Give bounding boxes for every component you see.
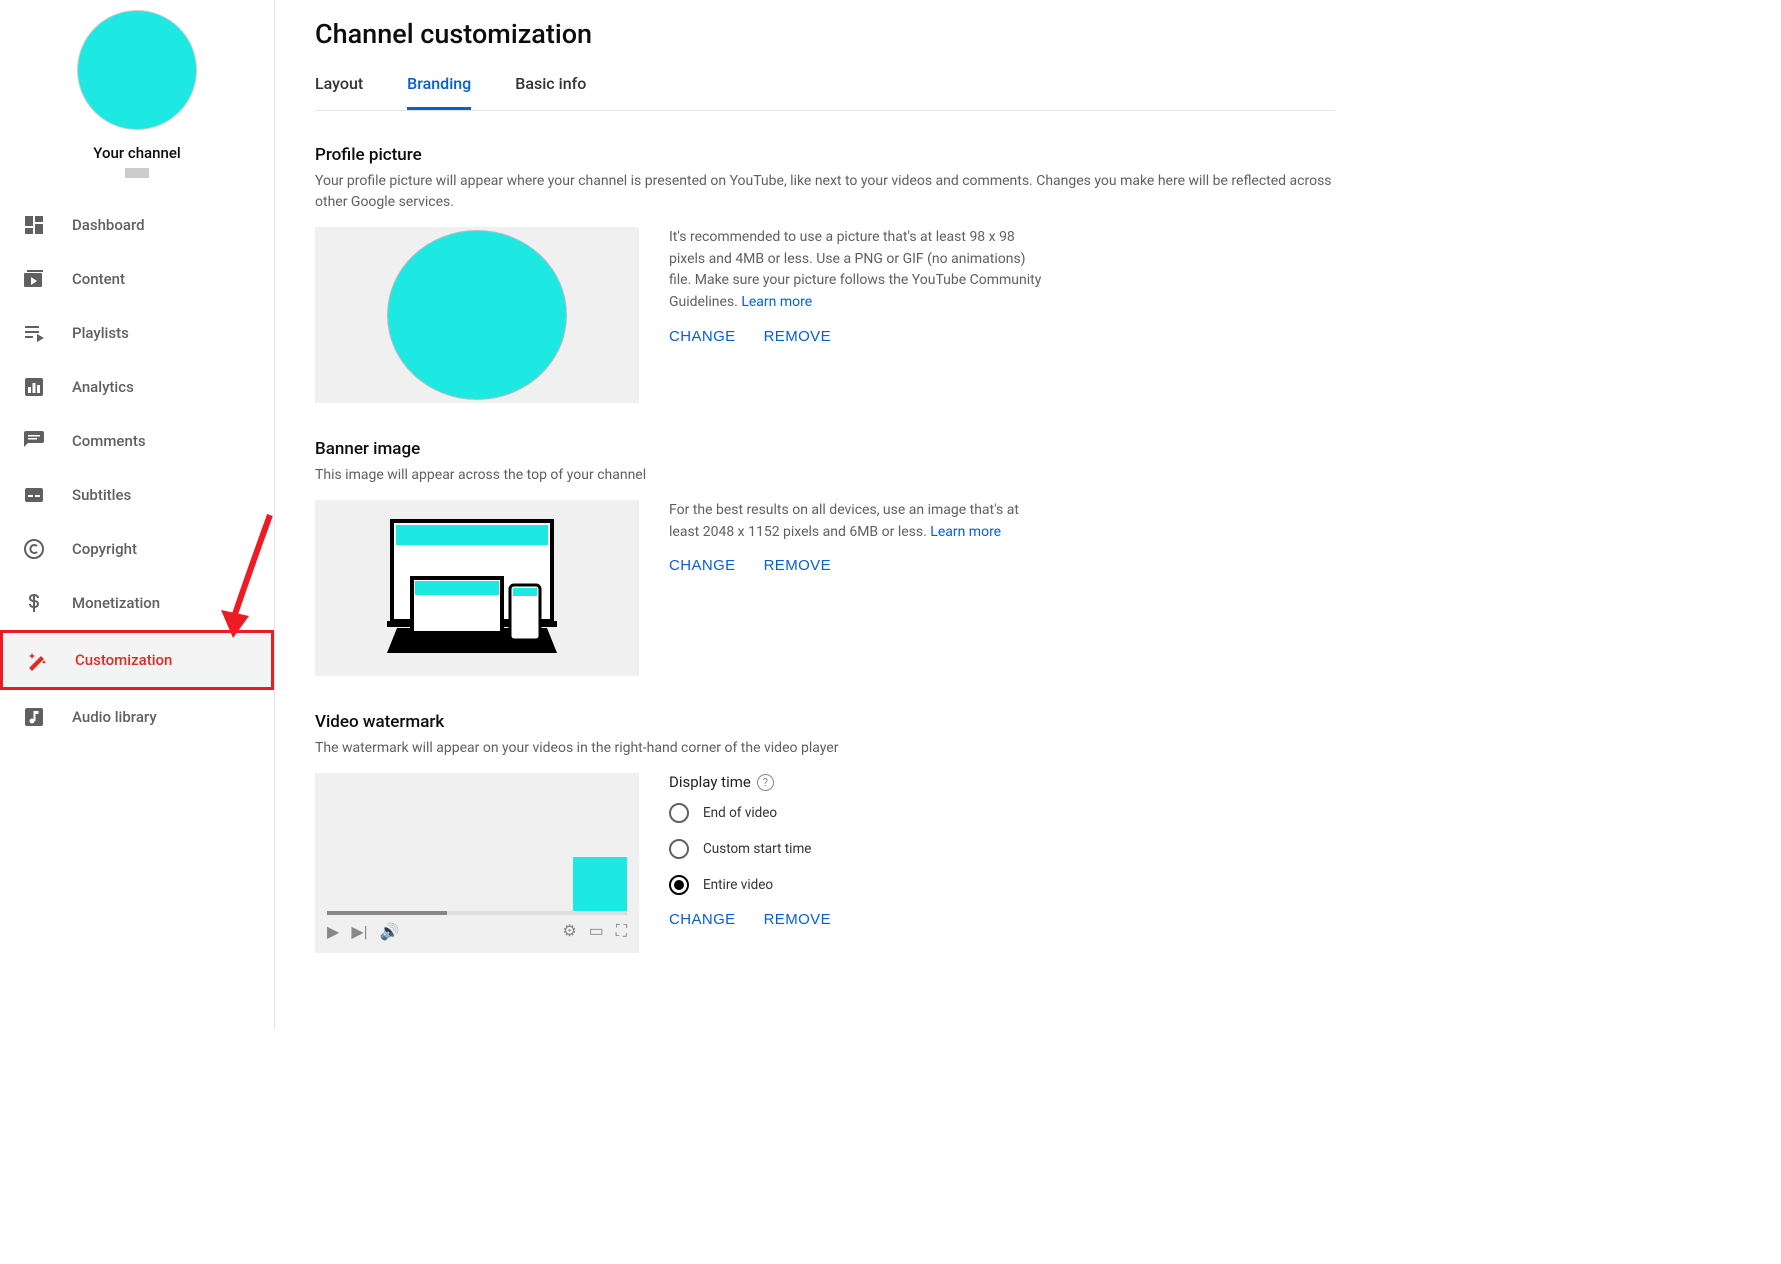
- section-title: Video watermark: [315, 712, 1335, 732]
- video-controls: ▶ ▶| 🔊 ⚙ ▭ ⛶: [315, 915, 639, 949]
- change-button[interactable]: CHANGE: [669, 557, 736, 574]
- comments-icon: [22, 429, 46, 453]
- subtitles-icon: [22, 483, 46, 507]
- sidebar-item-content[interactable]: Content: [0, 252, 274, 306]
- volume-icon: 🔊: [380, 922, 400, 941]
- change-button[interactable]: CHANGE: [669, 911, 736, 928]
- channel-name-redacted: [125, 168, 149, 178]
- radio-label: End of video: [703, 805, 777, 821]
- sidebar-item-label: Customization: [75, 651, 172, 669]
- content-icon: [22, 267, 46, 291]
- sidebar-item-label: Audio library: [72, 708, 157, 726]
- banner-recommendation: For the best results on all devices, use…: [669, 500, 1049, 543]
- section-description: This image will appear across the top of…: [315, 465, 1335, 486]
- sidebar-item-copyright[interactable]: Copyright: [0, 522, 274, 576]
- learn-more-link[interactable]: Learn more: [930, 524, 1001, 540]
- devices-illustration: [377, 513, 577, 663]
- remove-button[interactable]: REMOVE: [764, 328, 831, 345]
- tab-layout[interactable]: Layout: [315, 74, 363, 110]
- radio-end-of-video[interactable]: End of video: [669, 803, 1049, 823]
- radio-icon: [669, 875, 689, 895]
- tab-basic-info[interactable]: Basic info: [515, 74, 586, 110]
- dashboard-icon: [22, 213, 46, 237]
- learn-more-link[interactable]: Learn more: [741, 294, 812, 310]
- sidebar-item-label: Dashboard: [72, 216, 145, 234]
- analytics-icon: [22, 375, 46, 399]
- tabs: Layout Branding Basic info: [315, 74, 1335, 111]
- profile-picture-preview: [315, 227, 639, 403]
- sidebar-item-analytics[interactable]: Analytics: [0, 360, 274, 414]
- sidebar: Your channel Dashboard Content Playlists…: [0, 0, 275, 1029]
- sidebar-item-customization[interactable]: Customization: [0, 630, 274, 690]
- sidebar-item-label: Analytics: [72, 378, 134, 396]
- radio-entire-video[interactable]: Entire video: [669, 875, 1049, 895]
- section-profile-picture: Profile picture Your profile picture wil…: [315, 145, 1335, 403]
- remove-button[interactable]: REMOVE: [764, 557, 831, 574]
- radio-custom-start-time[interactable]: Custom start time: [669, 839, 1049, 859]
- sidebar-item-dashboard[interactable]: Dashboard: [0, 198, 274, 252]
- sidebar-item-playlists[interactable]: Playlists: [0, 306, 274, 360]
- radio-icon: [669, 803, 689, 823]
- main-content: Channel customization Layout Branding Ba…: [275, 0, 1375, 1029]
- profile-recommendation: It's recommended to use a picture that's…: [669, 227, 1049, 314]
- section-description: The watermark will appear on your videos…: [315, 738, 1335, 759]
- section-title: Banner image: [315, 439, 1335, 459]
- page-title: Channel customization: [315, 18, 1335, 50]
- dollar-icon: [22, 591, 46, 615]
- banner-image-preview: [315, 500, 639, 676]
- playlists-icon: [22, 321, 46, 345]
- remove-button[interactable]: REMOVE: [764, 911, 831, 928]
- next-icon: ▶|: [351, 922, 367, 941]
- sidebar-item-comments[interactable]: Comments: [0, 414, 274, 468]
- help-icon[interactable]: ?: [757, 774, 774, 791]
- sidebar-item-label: Playlists: [72, 324, 129, 342]
- sidebar-item-audio-library[interactable]: Audio library: [0, 690, 274, 744]
- change-button[interactable]: CHANGE: [669, 328, 736, 345]
- sidebar-item-label: Subtitles: [72, 486, 131, 504]
- watermark-square: [573, 857, 627, 911]
- section-banner-image: Banner image This image will appear acro…: [315, 439, 1335, 676]
- sidebar-item-subtitles[interactable]: Subtitles: [0, 468, 274, 522]
- channel-profile: Your channel: [0, 10, 274, 198]
- section-description: Your profile picture will appear where y…: [315, 171, 1335, 213]
- settings-icon: ⚙: [562, 921, 576, 941]
- radio-label: Custom start time: [703, 841, 811, 857]
- avatar-preview-circle: [387, 230, 567, 400]
- channel-avatar[interactable]: [77, 10, 197, 130]
- section-title: Profile picture: [315, 145, 1335, 165]
- tab-branding[interactable]: Branding: [407, 74, 471, 110]
- play-icon: ▶: [327, 922, 339, 941]
- sidebar-item-label: Copyright: [72, 540, 137, 558]
- display-time-label: Display time ?: [669, 773, 1049, 791]
- radio-label: Entire video: [703, 877, 773, 893]
- sidebar-item-label: Monetization: [72, 594, 160, 612]
- wand-icon: [25, 648, 49, 672]
- radio-icon: [669, 839, 689, 859]
- sidebar-item-monetization[interactable]: Monetization: [0, 576, 274, 630]
- audio-library-icon: [22, 705, 46, 729]
- theater-icon: ▭: [589, 921, 604, 941]
- copyright-icon: [22, 537, 46, 561]
- your-channel-label: Your channel: [20, 144, 254, 162]
- section-video-watermark: Video watermark The watermark will appea…: [315, 712, 1335, 953]
- fullscreen-icon: ⛶: [616, 921, 627, 941]
- watermark-preview: ▶ ▶| 🔊 ⚙ ▭ ⛶: [315, 773, 639, 953]
- sidebar-item-label: Content: [72, 270, 125, 288]
- sidebar-item-label: Comments: [72, 432, 146, 450]
